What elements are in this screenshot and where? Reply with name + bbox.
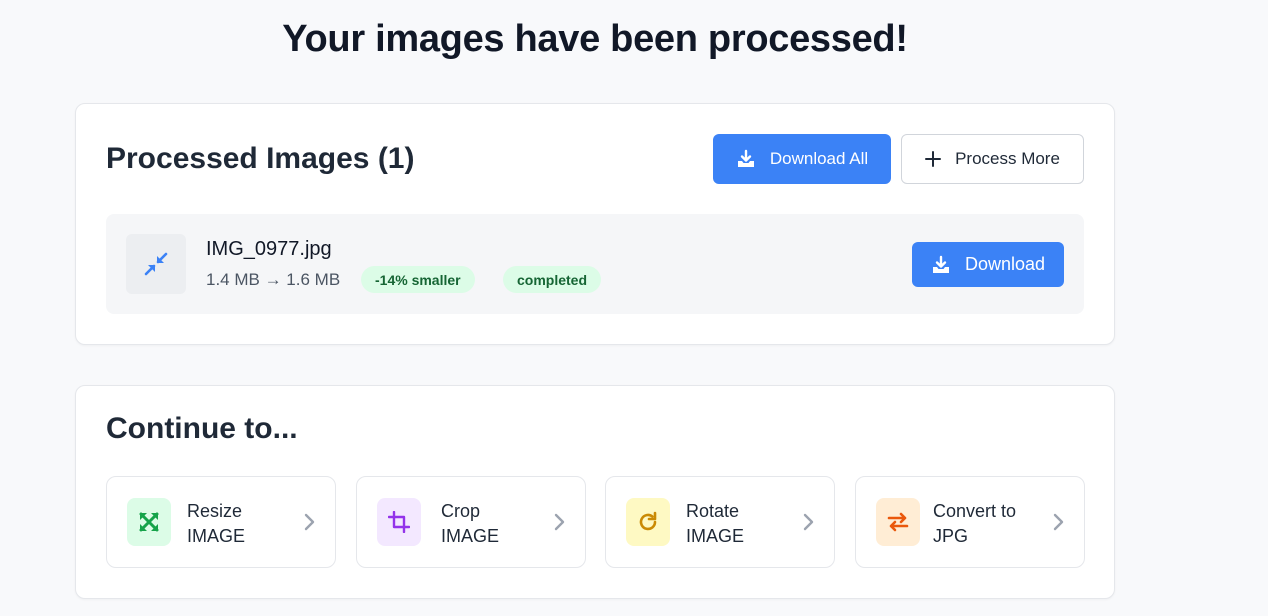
file-thumbnail [126, 234, 186, 294]
convert-icon [876, 498, 920, 546]
processed-images-card: Processed Images (1) Download All Proces… [75, 103, 1115, 345]
process-more-button[interactable]: Process More [901, 134, 1084, 184]
savings-badge: -14% smaller [361, 266, 475, 293]
crop-tool-sublabel: IMAGE [441, 526, 500, 546]
download-button[interactable]: Download [912, 242, 1064, 287]
rotate-tool-sublabel: IMAGE [686, 526, 745, 546]
rotate-tool-label: Rotate [686, 501, 740, 521]
convert-tool-label: Convert to [933, 501, 1017, 521]
resize-icon [127, 498, 171, 546]
continue-card: Continue to... Resize IMAGE Crop IMAGE R… [75, 385, 1115, 599]
process-more-label: Process More [955, 149, 1060, 168]
resize-tool-label: Resize [187, 501, 243, 521]
resize-tool-sublabel: IMAGE [187, 526, 246, 546]
crop-icon [377, 498, 421, 546]
compress-arrows-icon [144, 252, 168, 276]
file-name: IMG_0977.jpg [206, 238, 332, 260]
download-icon [932, 255, 949, 273]
status-badge: completed [503, 266, 602, 293]
file-size-change: 1.4 MB → 1.6 MB [206, 270, 341, 289]
convert-tool-card[interactable]: Convert to JPG [855, 476, 1085, 568]
chevron-right-icon [803, 513, 814, 531]
resize-tool-card[interactable]: Resize IMAGE [106, 476, 336, 568]
convert-tool-sublabel: JPG [933, 526, 969, 546]
processed-images-title: Processed Images (1) [106, 142, 415, 175]
chevron-right-icon [304, 513, 315, 531]
page-title: Your images have been processed! [282, 18, 908, 60]
download-all-button[interactable]: Download All [713, 134, 891, 184]
plus-icon [925, 151, 942, 167]
download-icon [737, 149, 754, 167]
rotate-icon [626, 498, 670, 546]
continue-title: Continue to... [106, 412, 298, 445]
download-all-label: Download All [769, 149, 869, 168]
crop-tool-card[interactable]: Crop IMAGE [356, 476, 586, 568]
rotate-tool-card[interactable]: Rotate IMAGE [605, 476, 835, 568]
crop-tool-label: Crop [441, 501, 481, 521]
file-list-item: IMG_0977.jpg 1.4 MB → 1.6 MB -14% smalle… [106, 214, 1084, 314]
chevron-right-icon [554, 513, 565, 531]
download-label: Download [964, 254, 1046, 274]
chevron-right-icon [1053, 513, 1064, 531]
